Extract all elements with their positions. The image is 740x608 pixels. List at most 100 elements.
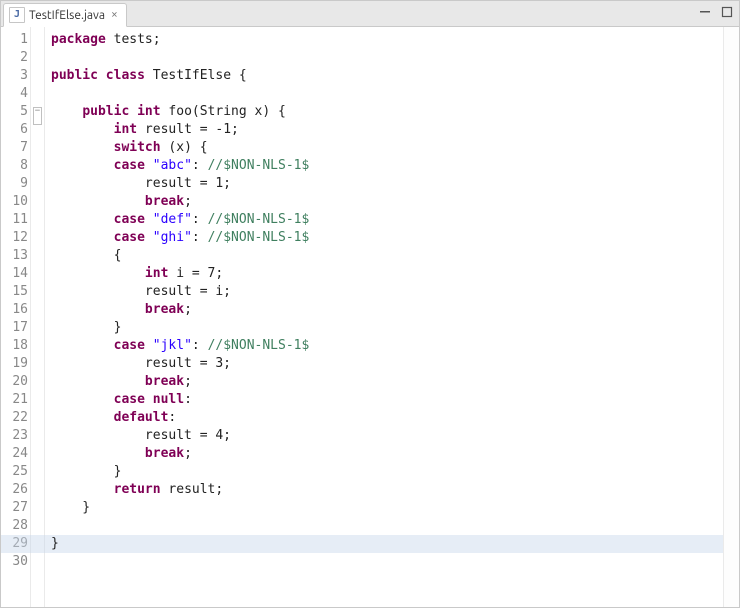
- code-area[interactable]: 1234567891011121314151617181920212223242…: [1, 27, 739, 607]
- fold-cell: [31, 333, 44, 351]
- fold-cell: [31, 405, 44, 423]
- line-number: 22: [1, 409, 28, 427]
- fold-cell: [31, 261, 44, 279]
- line-number: 28: [1, 517, 28, 535]
- line-number: 21: [1, 391, 28, 409]
- code-line[interactable]: case null:: [51, 391, 723, 409]
- minimize-icon: [699, 6, 711, 18]
- line-number: 18: [1, 337, 28, 355]
- tab-bar: TestIfElse.java ×: [1, 1, 739, 27]
- code-line[interactable]: [51, 517, 723, 535]
- code-line[interactable]: break;: [51, 373, 723, 391]
- overview-ruler[interactable]: [723, 27, 739, 607]
- code-line[interactable]: int result = -1;: [51, 121, 723, 139]
- fold-cell: [31, 441, 44, 459]
- fold-cell: [31, 63, 44, 81]
- fold-cell: [31, 495, 44, 513]
- fold-cell: [31, 135, 44, 153]
- code-line[interactable]: {: [51, 247, 723, 265]
- fold-toggle-icon[interactable]: −: [33, 107, 42, 125]
- fold-cell: [31, 297, 44, 315]
- line-number: 1: [1, 31, 28, 49]
- close-icon[interactable]: ×: [109, 9, 120, 21]
- code-line[interactable]: break;: [51, 445, 723, 463]
- line-number: 30: [1, 553, 28, 571]
- fold-cell: [31, 45, 44, 63]
- line-number: 24: [1, 445, 28, 463]
- line-number: 2: [1, 49, 28, 67]
- line-number: 17: [1, 319, 28, 337]
- code-line[interactable]: case "abc": //$NON-NLS-1$: [51, 157, 723, 175]
- fold-marker-strip: −: [31, 27, 45, 607]
- line-number: 13: [1, 247, 28, 265]
- fold-cell: [31, 81, 44, 99]
- fold-cell: [31, 225, 44, 243]
- fold-cell: [31, 423, 44, 441]
- code-line[interactable]: result = 4;: [51, 427, 723, 445]
- code-line[interactable]: [51, 553, 723, 571]
- code-line[interactable]: result = 1;: [51, 175, 723, 193]
- line-number: 15: [1, 283, 28, 301]
- tab-testifelse[interactable]: TestIfElse.java ×: [3, 3, 127, 27]
- code-line[interactable]: }: [51, 319, 723, 337]
- fold-cell: [31, 189, 44, 207]
- code-line[interactable]: }: [51, 535, 723, 553]
- line-number: 16: [1, 301, 28, 319]
- tab-label: TestIfElse.java: [29, 9, 105, 22]
- line-number: 19: [1, 355, 28, 373]
- line-number: 14: [1, 265, 28, 283]
- line-number: 11: [1, 211, 28, 229]
- code-line[interactable]: }: [51, 499, 723, 517]
- code-line[interactable]: switch (x) {: [51, 139, 723, 157]
- line-number: 8: [1, 157, 28, 175]
- line-number: 23: [1, 427, 28, 445]
- fold-cell: [31, 243, 44, 261]
- source-code[interactable]: package tests;public class TestIfElse { …: [45, 27, 723, 607]
- code-line[interactable]: public int foo(String x) {: [51, 103, 723, 121]
- line-number: 20: [1, 373, 28, 391]
- code-line[interactable]: break;: [51, 193, 723, 211]
- java-file-icon: [9, 7, 25, 23]
- fold-cell: [31, 477, 44, 495]
- code-line[interactable]: package tests;: [51, 31, 723, 49]
- code-line[interactable]: case "def": //$NON-NLS-1$: [51, 211, 723, 229]
- fold-cell: [31, 459, 44, 477]
- fold-cell: [31, 171, 44, 189]
- fold-cell: [31, 27, 44, 45]
- line-number: 4: [1, 85, 28, 103]
- fold-cell: [31, 279, 44, 297]
- fold-cell: [31, 207, 44, 225]
- fold-cell: [31, 369, 44, 387]
- line-number: 9: [1, 175, 28, 193]
- code-line[interactable]: default:: [51, 409, 723, 427]
- fold-cell: [31, 513, 44, 531]
- line-number-gutter: 1234567891011121314151617181920212223242…: [1, 27, 31, 607]
- code-line[interactable]: [51, 49, 723, 67]
- line-number: 5: [1, 103, 28, 121]
- code-line[interactable]: return result;: [51, 481, 723, 499]
- code-line[interactable]: case "jkl": //$NON-NLS-1$: [51, 337, 723, 355]
- maximize-icon: [721, 6, 733, 18]
- fold-cell: [31, 315, 44, 333]
- code-line[interactable]: result = i;: [51, 283, 723, 301]
- code-line[interactable]: int i = 7;: [51, 265, 723, 283]
- code-line[interactable]: public class TestIfElse {: [51, 67, 723, 85]
- fold-cell: [31, 351, 44, 369]
- fold-cell: [31, 153, 44, 171]
- code-line[interactable]: result = 3;: [51, 355, 723, 373]
- line-number: 6: [1, 121, 28, 139]
- editor-pane: TestIfElse.java × 1234567891011121314151…: [0, 0, 740, 608]
- view-toolbar: [697, 4, 735, 20]
- line-number: 3: [1, 67, 28, 85]
- code-line[interactable]: [51, 85, 723, 103]
- minimize-button[interactable]: [697, 4, 713, 20]
- line-number: 7: [1, 139, 28, 157]
- line-number: 25: [1, 463, 28, 481]
- code-line[interactable]: break;: [51, 301, 723, 319]
- fold-cell: [31, 387, 44, 405]
- line-number: 26: [1, 481, 28, 499]
- maximize-button[interactable]: [719, 4, 735, 20]
- code-line[interactable]: case "ghi": //$NON-NLS-1$: [51, 229, 723, 247]
- line-number: 12: [1, 229, 28, 247]
- code-line[interactable]: }: [51, 463, 723, 481]
